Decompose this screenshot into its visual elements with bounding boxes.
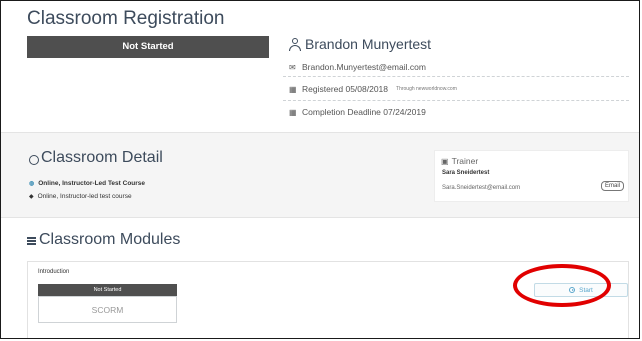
course-name-text: Online, Instructor-led test course [37,193,132,200]
user-icon [289,37,301,51]
classroom-detail-title-text: Classroom Detail [41,149,163,166]
registration-section: Classroom Registration Not Started Brand… [1,1,639,132]
trainer-label: Trainer [451,156,479,166]
graduation-cap-icon: ◆ [29,194,34,200]
registered-date: Registered 05/08/2018 [302,84,389,94]
user-email: Brandon.Munyertest@email.com [302,62,426,72]
email-trainer-button[interactable]: Email [600,181,624,191]
trainer-email: Sara.Sneidertest@email.com [442,185,521,191]
email-row: ✉ Brandon.Munyertest@email.com [283,58,629,77]
envelope-icon: ✉ [289,62,296,72]
classroom-modules-title-text: Classroom Modules [39,231,181,248]
course-name-line: ◆ Online, Instructor-led test course [29,193,132,200]
deadline-row: ▦ Completion Deadline 07/24/2019 [283,101,629,123]
module-status-bar: Not Started [38,284,177,296]
globe-icon: ◍ [29,181,35,187]
registered-row: ▦ Registered 05/08/2018 Through newworld… [283,78,629,101]
trainer-title: ▣ Trainer [441,156,478,166]
registration-title: Classroom Registration [27,8,225,29]
list-icon [27,237,36,245]
globe-icon [29,155,39,165]
trainer-card: ▣ Trainer Sara Sneidertest Sara.Sneidert… [434,150,629,202]
course-type-line: ◍ Online, Instructor-Led Test Course [29,180,145,187]
completion-deadline: Completion Deadline 07/24/2019 [302,107,426,117]
course-type-text: Online, Instructor-Led Test Course [38,180,146,187]
page-frame: Classroom Registration Not Started Brand… [0,0,640,339]
module-name: Introduction [38,269,70,275]
classroom-modules-title: Classroom Modules [27,231,180,249]
calendar-icon: ▦ [289,84,297,94]
classroom-detail-title: Classroom Detail [29,149,163,167]
registered-through: Through newworldnow.com [396,86,457,92]
calendar-icon: ▦ [289,107,297,117]
user-name: Brandon Munyertest [305,36,432,52]
registration-status-bar: Not Started [27,36,269,58]
id-card-icon: ▣ [441,156,449,166]
trainer-name: Sara Sneidertest [442,170,490,176]
module-type-box: SCORM [38,296,177,323]
highlight-circle-annotation [513,264,611,307]
user-name-row: Brandon Munyertest [289,36,431,52]
